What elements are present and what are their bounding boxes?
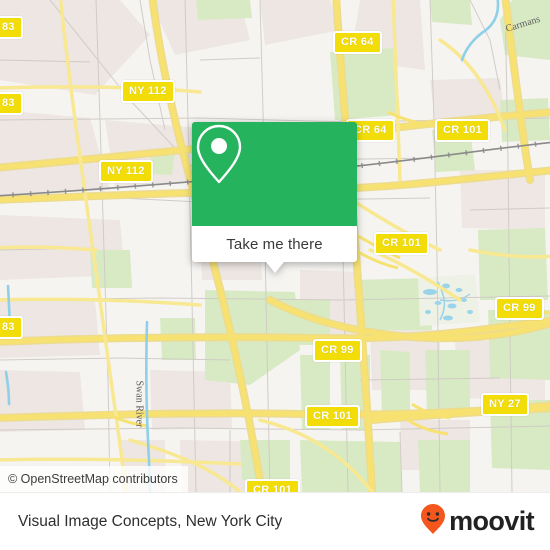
map-page: 83 83 NY 112 NY 112 CR 64 CR 64 CR 101 CR 101 CR… bbox=[0, 0, 550, 550]
road-shield-cr-99-right: CR 99 bbox=[495, 297, 544, 320]
place-callout-card[interactable]: Take me there bbox=[192, 122, 357, 273]
map-attribution[interactable]: © OpenStreetMap contributors bbox=[0, 466, 188, 492]
map-canvas[interactable]: 83 83 NY 112 NY 112 CR 64 CR 64 CR 101 CR 101 CR… bbox=[0, 0, 550, 492]
take-me-there-label: Take me there bbox=[226, 235, 323, 253]
road-shield-cr-99-mid: CR 99 bbox=[313, 339, 362, 362]
road-shield-cr-83-left: 83 bbox=[0, 92, 23, 115]
road-shield-cr-83-bottomleft: 83 bbox=[0, 316, 23, 339]
moovit-wordmark: moovit bbox=[449, 506, 535, 536]
road-shield-cr-101-topright: CR 101 bbox=[435, 119, 491, 142]
moovit-logo[interactable]: moovit bbox=[420, 503, 535, 540]
road-shield-cr-101-bottomleft: CR 101 bbox=[245, 479, 301, 492]
callout-footer[interactable]: Take me there bbox=[192, 226, 357, 273]
footer-bar: Visual Image Concepts, New York City moo… bbox=[0, 492, 550, 550]
callout-header bbox=[192, 122, 357, 226]
road-shield-cr-64-top: CR 64 bbox=[333, 31, 382, 54]
road-shield-ny-112-top: NY 112 bbox=[121, 80, 175, 103]
place-title: Visual Image Concepts, New York City bbox=[18, 512, 283, 530]
river-label-swan: Swan River bbox=[133, 380, 145, 428]
road-shield-ny-112-mid: NY 112 bbox=[99, 160, 153, 183]
attribution-text: © OpenStreetMap contributors bbox=[8, 472, 178, 486]
road-shield-cr-83-topleft: 83 bbox=[0, 16, 23, 39]
road-shield-cr-101-bottom: CR 101 bbox=[305, 405, 361, 428]
road-shield-cr-101-center: CR 101 bbox=[374, 232, 430, 255]
road-shield-ny-27: NY 27 bbox=[481, 393, 529, 416]
callout-tail bbox=[265, 262, 284, 273]
water-lake bbox=[418, 274, 480, 326]
moovit-smiley-pin-icon bbox=[420, 503, 446, 540]
